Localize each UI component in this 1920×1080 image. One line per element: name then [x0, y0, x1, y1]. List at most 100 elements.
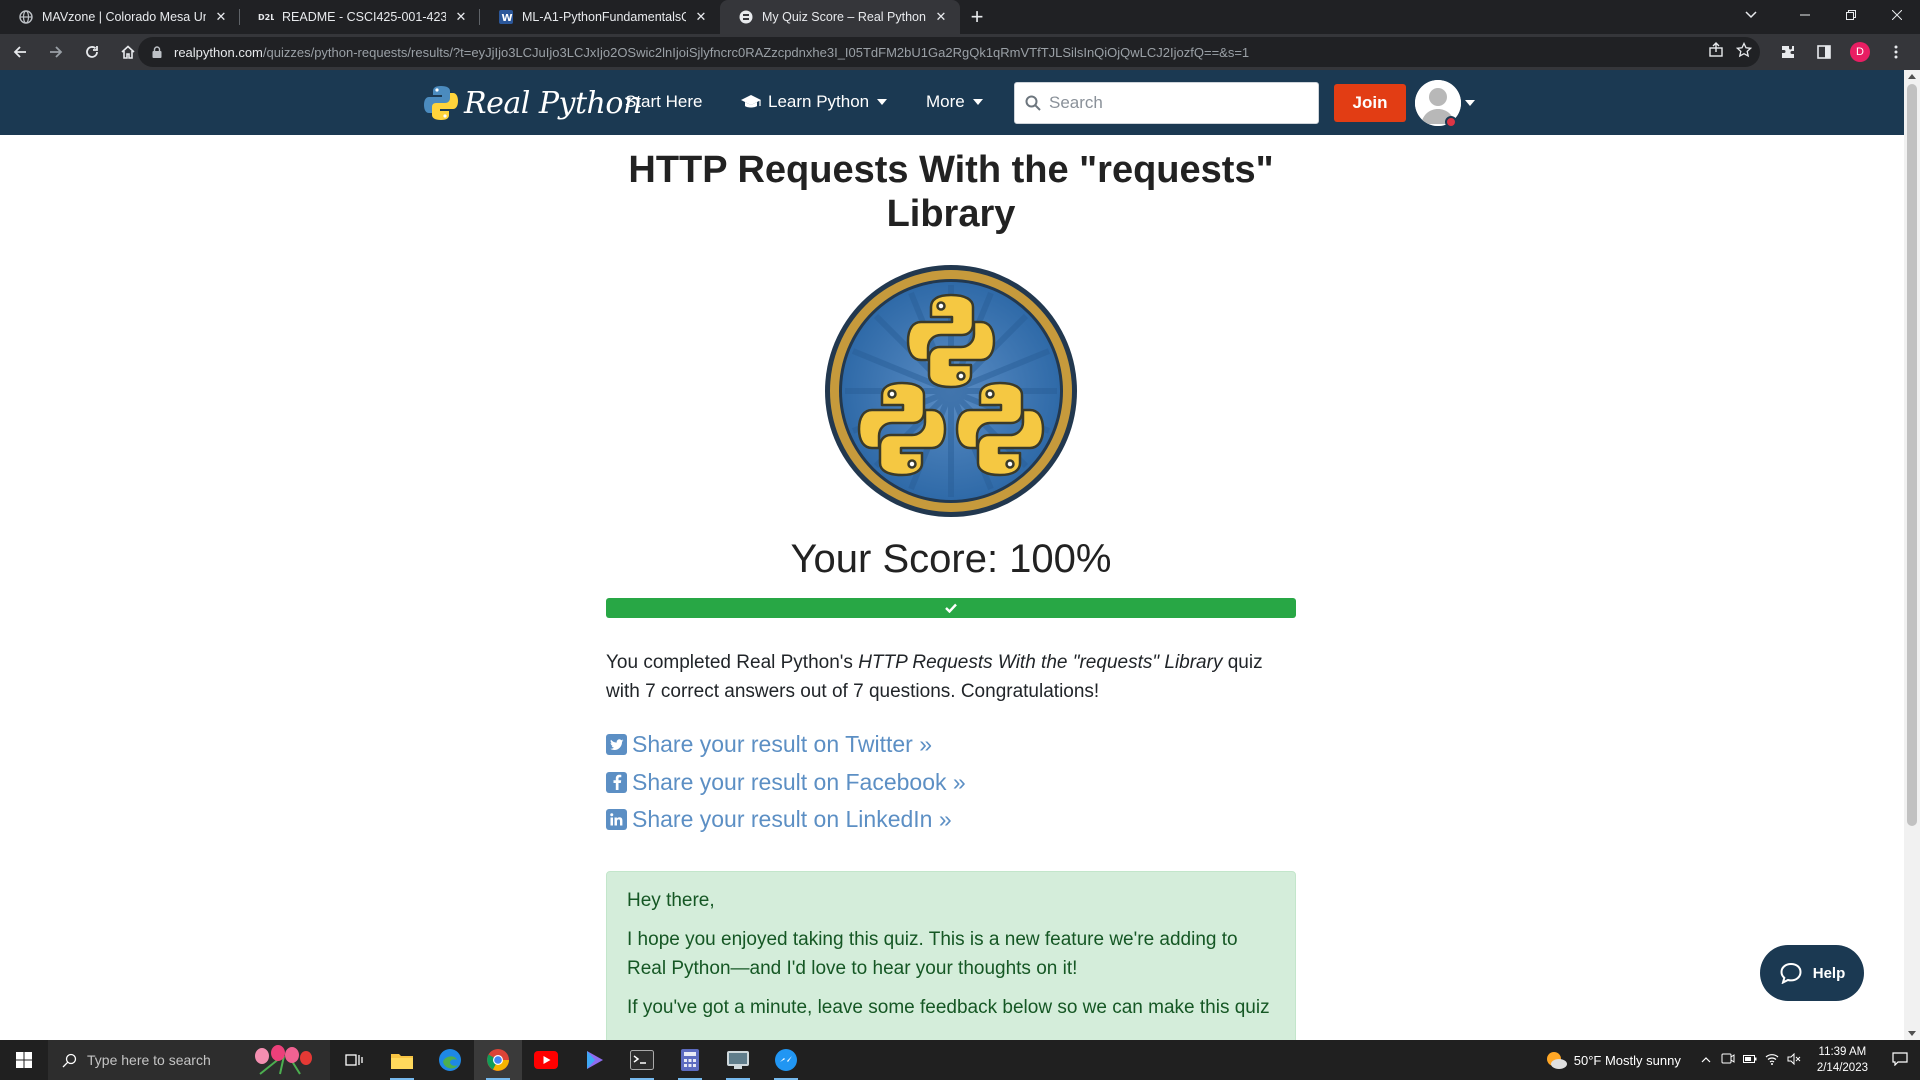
browser-toolbar: realpython.com/quizzes/python-requests/r… [0, 34, 1920, 70]
twitter-icon [606, 734, 627, 756]
svg-text:D2L: D2L [258, 13, 274, 22]
realpython-icon [738, 9, 754, 25]
browser-tab[interactable]: MAVzone | Colorado Mesa Unive ✕ [0, 0, 240, 34]
feedback-paragraph: If you've got a minute, leave some feedb… [627, 996, 1270, 1018]
forward-button[interactable] [40, 36, 72, 68]
word-icon: W [498, 9, 514, 25]
tab-title: MAVzone | Colorado Mesa Unive [42, 10, 206, 24]
chevron-up-icon[interactable] [1695, 1053, 1717, 1067]
windows-taskbar: Type here to search 50°F Mostly sunny 11… [0, 1040, 1920, 1080]
close-tab-icon[interactable]: ✕ [212, 8, 230, 26]
browser-tab[interactable]: W ML-A1-PythonFundamentalsQuiz ✕ [480, 0, 720, 34]
browser-tab[interactable]: D2L README - CSCI425-001-42372 P ✕ [240, 0, 480, 34]
chrome-icon[interactable] [474, 1040, 522, 1080]
share-twitter-link[interactable]: Share your result on Twitter » [606, 726, 1296, 764]
new-tab-button[interactable]: + [960, 0, 994, 34]
search-input[interactable] [1049, 93, 1289, 113]
nav-learn-python[interactable]: Learn Python [740, 92, 888, 112]
join-button[interactable]: Join [1334, 84, 1406, 122]
nav-start-here-label: Start Here [625, 92, 703, 111]
taskbar-search[interactable]: Type here to search [48, 1040, 330, 1080]
checkmark-icon [945, 603, 957, 613]
tab-title: My Quiz Score – Real Python [762, 10, 926, 24]
nav-start-here[interactable]: Start Here [625, 92, 702, 112]
feedback-greeting: Hey there, [627, 889, 715, 911]
minimize-button[interactable] [1782, 0, 1828, 30]
browser-tab-active[interactable]: My Quiz Score – Real Python ✕ [720, 0, 960, 34]
weather-widget[interactable]: 50°F Mostly sunny [1544, 1049, 1681, 1071]
url-text: realpython.com/quizzes/python-requests/r… [174, 45, 1634, 60]
close-window-button[interactable] [1874, 0, 1920, 30]
share-links: Share your result on Twitter » Share you… [606, 726, 1296, 839]
calculator-icon[interactable] [666, 1040, 714, 1080]
tab-title: README - CSCI425-001-42372 P [282, 10, 446, 24]
site-navbar: Real Python Start Here Learn Python More… [0, 70, 1904, 135]
windows-start-button[interactable] [0, 1040, 48, 1080]
meet-now-icon[interactable] [1717, 1053, 1739, 1068]
d2l-icon: D2L [258, 9, 274, 25]
share-icon[interactable] [1708, 42, 1724, 63]
logo-text: Real Python [464, 85, 642, 121]
nav-more-label: More [926, 92, 965, 111]
volume-muted-icon[interactable] [1783, 1052, 1805, 1068]
back-button[interactable] [4, 36, 36, 68]
scroll-up-arrow-icon[interactable] [1908, 74, 1916, 79]
youtube-icon[interactable] [522, 1040, 570, 1080]
system-tray: 50°F Mostly sunny 11:39 AM 2/14/2023 [1544, 1040, 1920, 1080]
taskbar-clock[interactable]: 11:39 AM 2/14/2023 [1817, 1044, 1868, 1076]
page-viewport: Real Python Start Here Learn Python More… [0, 70, 1904, 1040]
chevron-down-icon [972, 99, 983, 105]
feedback-paragraph: I hope you enjoyed taking this quiz. Thi… [627, 928, 1238, 979]
url-domain: realpython.com [174, 44, 263, 60]
lock-icon[interactable] [150, 45, 164, 59]
restore-button[interactable] [1828, 0, 1874, 30]
window-controls [1782, 0, 1920, 30]
tab-title: ML-A1-PythonFundamentalsQuiz [522, 10, 686, 24]
sun-cloud-icon [1546, 1052, 1567, 1069]
quiz-badge-image [825, 265, 1077, 517]
nav-more[interactable]: More [926, 92, 983, 112]
globe-icon [18, 9, 34, 25]
extensions-icon[interactable] [1772, 36, 1804, 68]
tab-search-icon[interactable] [1728, 0, 1774, 30]
chat-bubble-icon [1780, 962, 1802, 984]
page-scrollbar[interactable] [1904, 70, 1920, 1040]
notification-center-icon[interactable] [1880, 1051, 1920, 1069]
reload-button[interactable] [76, 36, 108, 68]
quiz-summary: You completed Real Python's HTTP Request… [606, 652, 1263, 702]
weather-text: 50°F Mostly sunny [1573, 1052, 1681, 1068]
quiz-results: HTTP Requests With the "requests" Librar… [606, 135, 1296, 1040]
scrollbar-thumb[interactable] [1907, 84, 1917, 826]
terminal-icon[interactable] [618, 1040, 666, 1080]
video-editor-icon[interactable] [570, 1040, 618, 1080]
messenger-app-icon[interactable] [762, 1040, 810, 1080]
windows-logo-icon [16, 1052, 32, 1068]
close-tab-icon[interactable]: ✕ [932, 8, 950, 26]
close-tab-icon[interactable]: ✕ [692, 8, 710, 26]
graduation-cap-icon [741, 95, 761, 108]
taskbar-search-placeholder: Type here to search [87, 1052, 211, 1068]
profile-avatar[interactable]: D [1844, 36, 1876, 68]
battery-icon[interactable] [1739, 1053, 1761, 1067]
nav-learn-python-label: Learn Python [768, 92, 870, 111]
feedback-alert: Hey there, I hope you enjoyed taking thi… [606, 870, 1296, 1040]
close-tab-icon[interactable]: ✕ [452, 8, 470, 26]
avatar-chevron-down-icon[interactable] [1465, 100, 1475, 106]
site-logo[interactable]: Real Python [424, 84, 642, 122]
address-bar[interactable]: realpython.com/quizzes/python-requests/r… [138, 37, 1760, 67]
browser-menu-icon[interactable] [1880, 36, 1912, 68]
bookmark-star-icon[interactable] [1735, 41, 1753, 63]
side-panel-icon[interactable] [1808, 36, 1840, 68]
scroll-down-arrow-icon[interactable] [1908, 1031, 1916, 1036]
page-title: HTTP Requests With the "requests" Librar… [628, 149, 1274, 235]
task-view-icon[interactable] [330, 1040, 378, 1080]
notification-dot [1445, 116, 1457, 128]
help-button[interactable]: Help [1760, 945, 1864, 1001]
file-explorer-icon[interactable] [378, 1040, 426, 1080]
share-facebook-link[interactable]: Share your result on Facebook » [606, 764, 1296, 802]
edge-icon[interactable] [426, 1040, 474, 1080]
snipping-tool-icon[interactable] [714, 1040, 762, 1080]
site-search[interactable] [1014, 82, 1319, 124]
share-linkedin-link[interactable]: Share your result on LinkedIn » [606, 801, 1296, 839]
wifi-icon[interactable] [1761, 1053, 1783, 1068]
